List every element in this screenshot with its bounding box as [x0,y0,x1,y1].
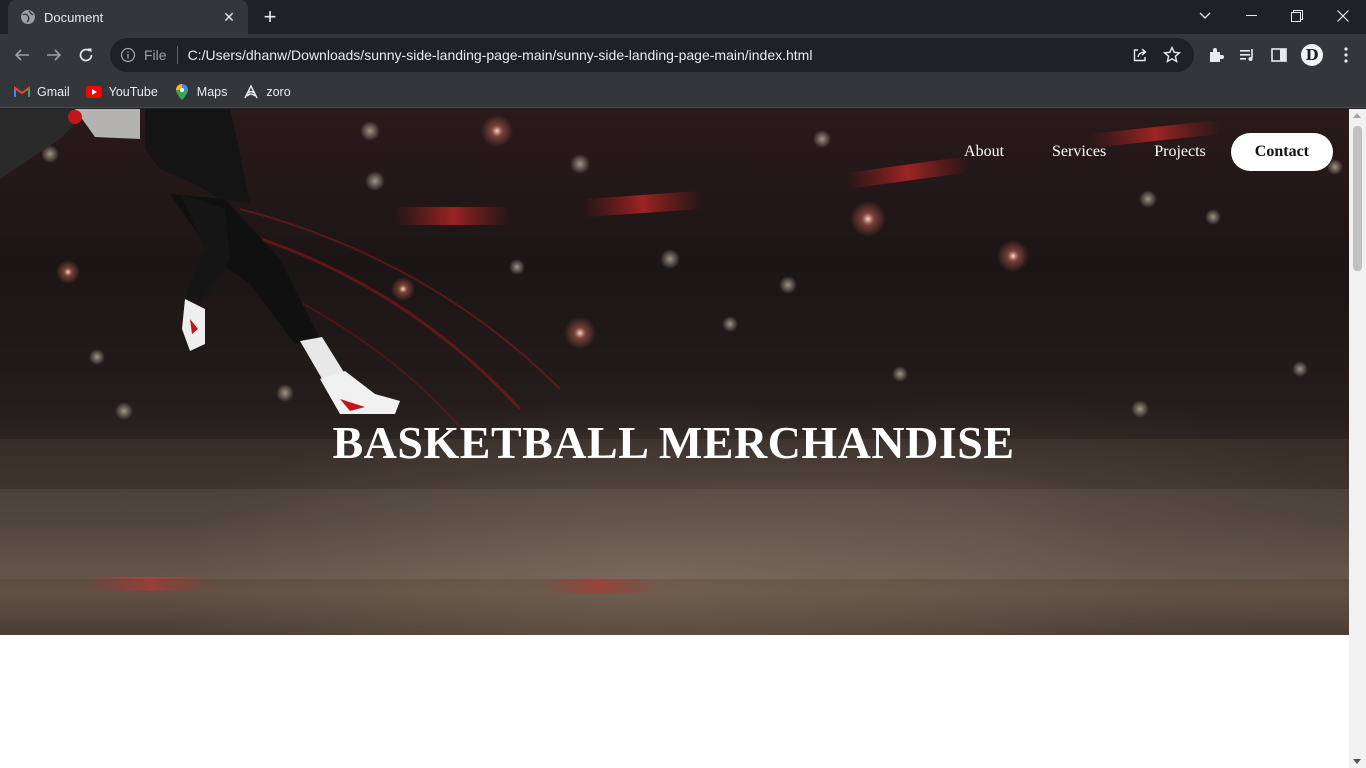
scroll-up-arrow-icon[interactable] [1353,113,1361,118]
tab-title: Document [44,9,104,25]
bookmarks-bar: Gmail YouTube Maps zoro [0,76,1366,108]
menu-kebab-icon[interactable] [1336,45,1356,65]
restore-icon [1291,10,1303,22]
youtube-icon [85,84,102,100]
nav-services-link[interactable]: Services [1052,143,1106,161]
close-tab-icon[interactable]: ✕ [220,8,238,26]
zoro-icon [243,83,259,100]
nav-contact-button[interactable]: Contact [1230,133,1333,171]
back-button[interactable] [10,43,34,67]
nav-about-link[interactable]: About [964,143,1004,161]
close-icon [1337,10,1349,22]
bookmark-label: Gmail [37,84,70,99]
url-text[interactable]: C:/Users/dhanw/Downloads/sunny-side-land… [188,47,1130,63]
info-icon[interactable] [120,47,136,63]
tab-search-button[interactable] [1182,0,1228,32]
bookmark-label: YouTube [108,84,158,99]
bookmark-label: zoro [266,84,291,99]
main-nav: About Services Projects Contact [964,133,1333,171]
forward-button[interactable] [42,43,66,67]
page-scrollbar[interactable] [1349,109,1366,768]
bookmark-star-icon[interactable] [1162,45,1182,65]
new-tab-button[interactable]: + [258,5,282,29]
title-bar: Document ✕ + [0,0,1366,34]
nav-projects-link[interactable]: Projects [1154,143,1206,161]
globe-icon [21,10,35,24]
back-arrow-icon [14,49,29,61]
arena-background-image [0,109,1349,635]
chevron-down-icon [1199,12,1211,19]
url-scheme: File [144,47,167,63]
gmail-icon [14,84,30,100]
omnibox-divider [176,46,178,64]
bookmark-label: Maps [196,84,228,99]
minimize-icon [1245,15,1257,16]
maps-icon [174,83,190,100]
hero-headline: BASKETBALL MERCHANDISE [332,417,1015,468]
restore-button[interactable] [1274,0,1320,32]
bookmark-gmail[interactable]: Gmail [14,84,70,100]
media-queue-icon[interactable] [1237,45,1257,65]
forward-arrow-icon [47,49,62,61]
browser-toolbar: File C:/Users/dhanw/Downloads/sunny-side… [0,34,1366,76]
bookmark-youtube[interactable]: YouTube [85,84,158,100]
browser-tab[interactable]: Document ✕ [8,0,248,34]
page-viewport: About Services Projects Contact BASKETBA… [0,109,1366,768]
minimize-button[interactable] [1228,0,1274,32]
reload-button[interactable] [74,43,98,67]
address-bar[interactable]: File C:/Users/dhanw/Downloads/sunny-side… [110,38,1194,72]
extensions-icon[interactable] [1206,45,1226,65]
bookmark-zoro[interactable]: zoro [243,83,291,100]
side-panel-icon[interactable] [1269,45,1289,65]
close-window-button[interactable] [1320,0,1366,32]
bookmark-maps[interactable]: Maps [174,83,228,100]
player-silhouette [0,109,400,414]
hero-section: About Services Projects Contact BASKETBA… [0,109,1349,635]
profile-avatar[interactable]: D [1301,44,1323,66]
scrollbar-thumb[interactable] [1353,126,1362,271]
scroll-down-arrow-icon[interactable] [1353,759,1361,764]
share-icon[interactable] [1130,45,1150,65]
reload-icon [79,48,93,62]
